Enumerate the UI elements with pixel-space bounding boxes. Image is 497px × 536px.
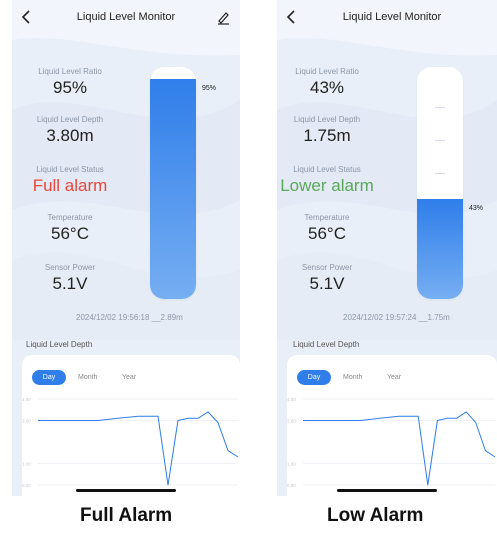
home-indicator <box>337 489 437 492</box>
series-line-depth <box>303 411 496 486</box>
reading-timestamp: 2024/12/02 19:56:18 __2.89m <box>76 313 183 322</box>
depth-value: 3.80m <box>46 126 94 145</box>
y-tick-label: 3.00 <box>22 419 31 424</box>
power-label: Sensor Power <box>44 263 96 272</box>
tank-tick <box>435 173 445 174</box>
chart-card: Day Month Year 4.00 3.00 1.00 0.00 <box>287 355 497 496</box>
page-title: Liquid Level Monitor <box>76 11 176 23</box>
section-title: Liquid Level Depth <box>26 340 93 349</box>
ratio-value: 43% <box>309 78 345 97</box>
section-title: Liquid Level Depth <box>293 340 360 349</box>
page-title: Liquid Level Monitor <box>342 11 442 23</box>
tab-day[interactable]: Day <box>32 370 66 385</box>
y-tick-label: 4.00 <box>22 397 31 402</box>
status-value: Full alarm <box>32 176 108 195</box>
level-tank <box>417 67 463 299</box>
edit-pencil-icon[interactable] <box>216 9 230 25</box>
tank-fill <box>417 199 463 299</box>
caption-low-alarm: Low Alarm <box>327 505 424 526</box>
tank-percent-label: 43% <box>469 205 484 212</box>
caption-full-alarm: Full Alarm <box>80 505 173 526</box>
series-line-depth <box>38 411 239 486</box>
y-tick-label: 0.00 <box>287 483 296 488</box>
phone-screen-full-alarm: Liquid Level Monitor Liquid Level Ratio … <box>12 0 240 496</box>
temperature-label: Temperature <box>47 213 93 222</box>
chart-card: Day Month Year 4.00 3.00 1.00 0.00 <box>22 355 240 496</box>
ratio-label: Liquid Level Ratio <box>38 67 102 76</box>
tab-month[interactable]: Month <box>78 374 97 381</box>
top-bar: Liquid Level Monitor <box>12 0 240 34</box>
temperature-value: 56°C <box>308 224 346 243</box>
tab-year[interactable]: Year <box>122 374 136 381</box>
reading-timestamp: 2024/12/02 19:57:24 __1.75m <box>343 313 450 322</box>
status-label: Liquid Level Status <box>293 165 361 174</box>
y-tick-label: 1.00 <box>22 462 31 467</box>
ratio-value: 95% <box>52 78 88 97</box>
depth-line-chart: 4.00 3.00 1.00 0.00 <box>22 397 239 488</box>
tab-year[interactable]: Year <box>387 374 401 381</box>
tab-day[interactable]: Day <box>297 370 331 385</box>
tank-percent-label: 95% <box>202 85 217 92</box>
tank-fill <box>150 79 196 299</box>
power-label: Sensor Power <box>301 263 353 272</box>
status-value: Lower alarm <box>280 176 374 195</box>
y-tick-label: 1.00 <box>287 462 296 467</box>
y-tick-label: 3.00 <box>287 419 296 424</box>
y-tick-label: 4.00 <box>287 397 296 402</box>
power-value: 5.1V <box>52 274 88 293</box>
home-indicator <box>76 489 176 492</box>
tab-month[interactable]: Month <box>343 374 362 381</box>
temperature-value: 56°C <box>51 224 89 243</box>
top-bar: Liquid Level Monitor <box>277 0 497 34</box>
tank-tick <box>435 107 445 108</box>
phone-screen-low-alarm: Liquid Level Monitor Liquid Level Ratio … <box>277 0 497 496</box>
depth-label: Liquid Level Depth <box>293 115 361 124</box>
status-label: Liquid Level Status <box>36 165 104 174</box>
level-tank <box>150 67 196 299</box>
depth-line-chart: 4.00 3.00 1.00 0.00 <box>287 397 496 488</box>
y-tick-label: 0.00 <box>22 483 31 488</box>
temperature-label: Temperature <box>304 213 350 222</box>
tank-tick <box>435 140 445 141</box>
power-value: 5.1V <box>309 274 345 293</box>
depth-label: Liquid Level Depth <box>36 115 104 124</box>
ratio-label: Liquid Level Ratio <box>295 67 359 76</box>
depth-value: 1.75m <box>303 126 351 145</box>
